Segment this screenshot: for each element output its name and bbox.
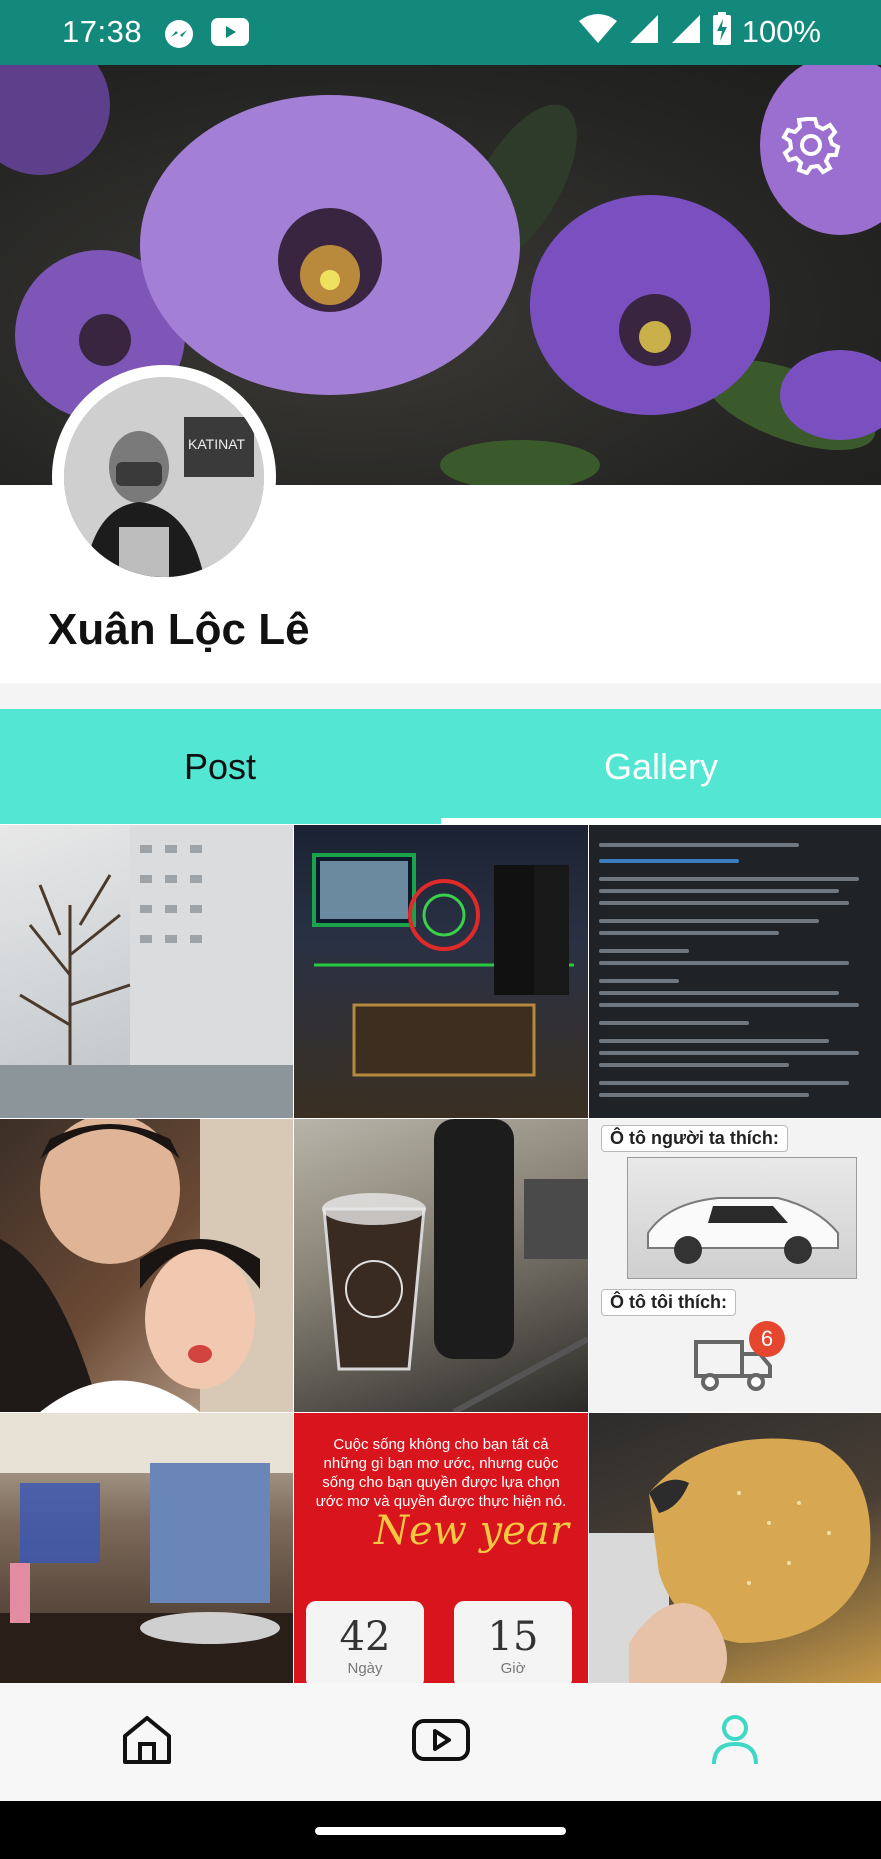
battery-charging-icon <box>712 12 732 51</box>
nav-profile[interactable] <box>588 1683 881 1801</box>
signal-icon <box>670 13 702 50</box>
wifi-icon <box>578 13 618 50</box>
meme-caption-top: Ô tô người ta thích: <box>601 1125 788 1152</box>
gallery-item-new-year-countdown[interactable]: Cuộc sống không cho bạn tất cả những gì … <box>294 1413 588 1685</box>
meme-car-image <box>627 1157 857 1279</box>
countdown-days: 42 Ngày <box>306 1601 424 1685</box>
newyear-title: New year <box>374 1508 569 1554</box>
messenger-icon <box>163 18 195 55</box>
countdown-hours: 15 Giờ <box>454 1601 572 1685</box>
nav-videos[interactable] <box>294 1683 587 1801</box>
profile-avatar-frame[interactable]: KATINAT <box>52 365 276 589</box>
signal-icon <box>628 13 660 50</box>
home-icon <box>121 1714 173 1771</box>
tab-selected-indicator <box>441 818 881 824</box>
nav-home[interactable] <box>0 1683 293 1801</box>
bottom-navigation <box>0 1683 881 1801</box>
gallery-item-event-hall[interactable] <box>0 1413 293 1685</box>
gallery-item-karaoke-room[interactable] <box>294 825 588 1118</box>
newyear-quote: Cuộc sống không cho bạn tất cả những gì … <box>315 1436 567 1510</box>
battery-percentage: 100% <box>741 13 821 49</box>
gallery-item-sesame-bread[interactable] <box>589 1413 881 1685</box>
status-bar: 17:38 100% <box>0 0 881 65</box>
status-right: 100% <box>578 12 821 51</box>
meme-caption-bottom: Ô tô tôi thích: <box>601 1289 736 1316</box>
home-gesture-handle[interactable] <box>315 1827 566 1835</box>
section-divider <box>0 683 881 709</box>
notification-badge: 6 <box>749 1321 785 1357</box>
status-time: 17:38 <box>62 14 143 49</box>
gallery-grid: Ô tô người ta thích: Ô tô tôi thích: 6 C… <box>0 825 881 1685</box>
youtube-icon <box>211 18 249 51</box>
system-navigation-bar <box>0 1801 881 1859</box>
gear-icon[interactable] <box>781 115 841 176</box>
video-play-icon <box>411 1718 471 1767</box>
avatar: KATINAT <box>64 377 264 577</box>
gallery-item-selfie[interactable] <box>0 1119 293 1412</box>
gallery-item-car-meme[interactable]: Ô tô người ta thích: Ô tô tôi thích: 6 <box>589 1119 881 1412</box>
gallery-item-building-plant[interactable] <box>0 825 293 1118</box>
tab-post[interactable]: Post <box>0 709 440 824</box>
profile-name: Xuân Lộc Lê <box>48 605 310 654</box>
gallery-item-coffee[interactable] <box>294 1119 588 1412</box>
gallery-item-status-report-screenshot[interactable] <box>589 825 881 1118</box>
tab-gallery[interactable]: Gallery <box>441 709 881 824</box>
profile-tabs: Post Gallery <box>0 709 881 824</box>
profile-icon <box>711 1714 759 1771</box>
svg-text:KATINAT: KATINAT <box>188 436 245 452</box>
